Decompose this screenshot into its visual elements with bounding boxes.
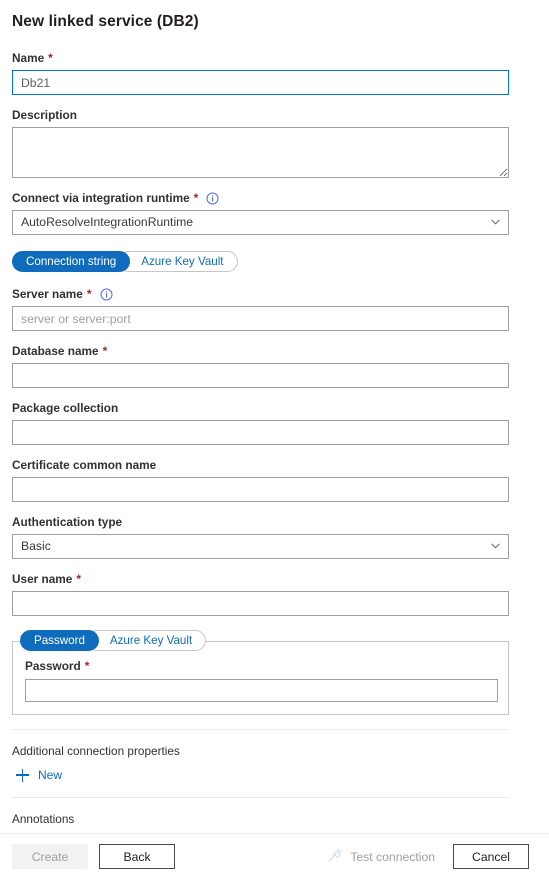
annotations-title: Annotations: [12, 812, 75, 826]
info-circle-icon[interactable]: [100, 288, 113, 301]
new-linked-service-panel: New linked service (DB2) Name * Descript…: [0, 0, 549, 879]
password-input[interactable]: [25, 679, 498, 702]
label-database-name-text: Database name: [12, 344, 99, 358]
required-marker: *: [102, 344, 108, 358]
authentication-type-select[interactable]: Basic: [12, 534, 509, 559]
required-marker: *: [86, 287, 92, 301]
toggle-azure-key-vault[interactable]: Azure Key Vault: [118, 251, 238, 272]
field-certificate-common-name: Certificate common name: [12, 457, 509, 502]
add-connection-property-button[interactable]: New: [12, 766, 64, 784]
required-marker: *: [84, 659, 90, 673]
label-password-text: Password: [25, 659, 81, 673]
label-integration-runtime: Connect via integration runtime *: [12, 190, 509, 206]
add-connection-property-label: New: [38, 768, 63, 782]
field-description: Description: [12, 107, 509, 178]
field-name: Name *: [12, 50, 509, 95]
field-authentication-type: Authentication type Basic: [12, 514, 509, 559]
field-package-collection: Package collection: [12, 400, 509, 445]
field-integration-runtime: Connect via integration runtime * AutoRe…: [12, 190, 509, 235]
label-user-name: User name *: [12, 571, 509, 587]
label-certificate-common-name: Certificate common name: [12, 457, 509, 473]
required-marker: *: [48, 51, 53, 65]
certificate-common-name-input[interactable]: [12, 477, 509, 502]
info-circle-icon[interactable]: [206, 192, 219, 205]
section-additional-connection-properties: Additional connection properties New: [12, 729, 509, 795]
toggle-password-azure-key-vault[interactable]: Azure Key Vault: [86, 630, 207, 651]
description-textarea[interactable]: [12, 127, 509, 178]
connection-toggle: Connection string Azure Key Vault: [12, 251, 509, 272]
label-user-name-text: User name: [12, 572, 73, 586]
toggle-password[interactable]: Password: [20, 630, 99, 651]
label-name-text: Name: [12, 51, 45, 65]
toggle-connection-string[interactable]: Connection string: [12, 251, 131, 272]
authentication-type-value: Basic: [12, 534, 509, 559]
label-server-name-text: Server name: [12, 287, 83, 301]
additional-connection-properties-title: Additional connection properties: [12, 744, 180, 758]
label-name: Name *: [12, 50, 509, 66]
package-collection-input[interactable]: [12, 420, 509, 445]
form-scroll-area[interactable]: New linked service (DB2) Name * Descript…: [0, 0, 549, 833]
label-server-name: Server name *: [12, 286, 509, 302]
label-certificate-common-name-text: Certificate common name: [12, 458, 157, 472]
footer-action-bar: Create Back Test connection Cancel: [0, 833, 549, 879]
required-marker: *: [193, 191, 199, 205]
password-section: Password Azure Key Vault Password *: [12, 630, 509, 715]
password-toggle: Password Azure Key Vault: [20, 630, 509, 651]
password-panel: Password *: [12, 641, 509, 715]
label-description: Description: [12, 107, 509, 123]
field-user-name: User name *: [12, 571, 509, 616]
integration-runtime-select[interactable]: AutoResolveIntegrationRuntime: [12, 210, 509, 235]
field-database-name: Database name *: [12, 343, 509, 388]
integration-runtime-value: AutoResolveIntegrationRuntime: [12, 210, 509, 235]
name-input[interactable]: [12, 70, 509, 95]
field-server-name: Server name *: [12, 286, 509, 331]
database-name-input[interactable]: [12, 363, 509, 388]
label-package-collection-text: Package collection: [12, 401, 119, 415]
plug-connection-icon: [327, 847, 343, 866]
label-authentication-type: Authentication type: [12, 514, 509, 530]
label-authentication-type-text: Authentication type: [12, 515, 123, 529]
label-password: Password *: [25, 658, 496, 674]
label-integration-runtime-text: Connect via integration runtime: [12, 191, 190, 205]
cancel-button[interactable]: Cancel: [453, 844, 529, 869]
server-name-input[interactable]: [12, 306, 509, 331]
user-name-input[interactable]: [12, 591, 509, 616]
label-package-collection: Package collection: [12, 400, 509, 416]
test-connection-label: Test connection: [350, 849, 435, 864]
page-title: New linked service (DB2): [12, 13, 199, 30]
label-description-text: Description: [12, 108, 77, 122]
section-annotations: Annotations New: [12, 797, 509, 833]
test-connection-button[interactable]: Test connection: [327, 847, 435, 866]
required-marker: *: [76, 572, 81, 586]
back-button[interactable]: Back: [99, 844, 175, 869]
create-button[interactable]: Create: [12, 844, 88, 869]
plus-icon: [16, 768, 29, 782]
label-database-name: Database name *: [12, 343, 509, 359]
